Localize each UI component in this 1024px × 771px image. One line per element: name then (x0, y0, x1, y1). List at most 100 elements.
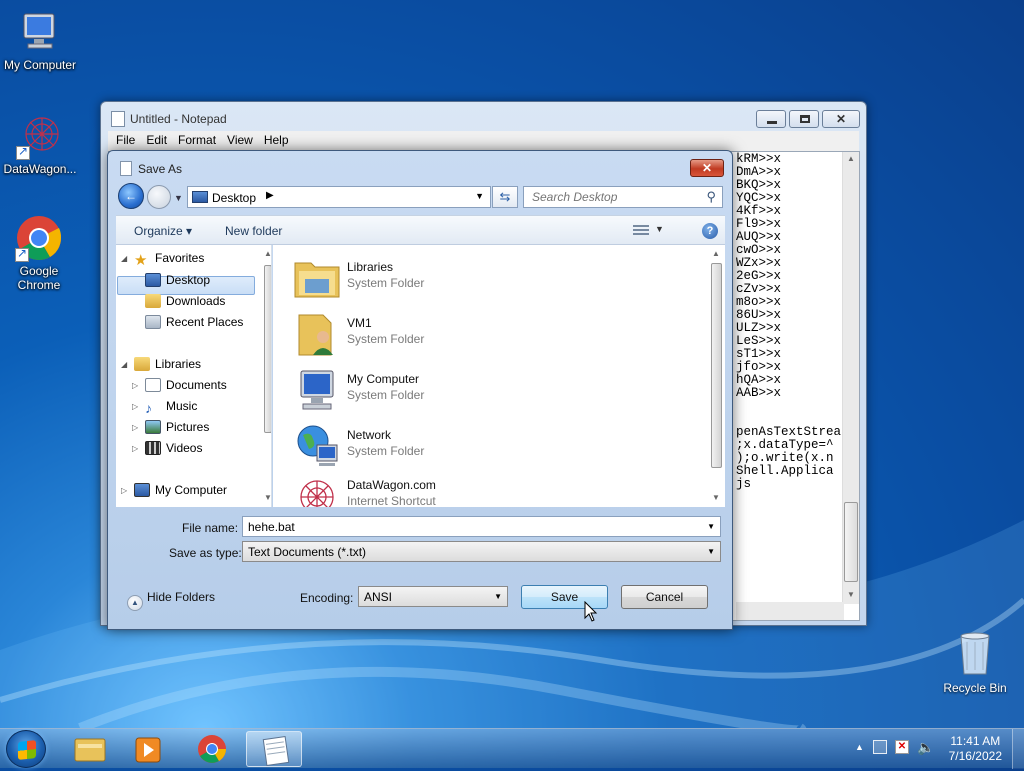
file-list[interactable]: Libraries System Folder VM1 System Folde… (273, 245, 725, 507)
tree-item-my-computer[interactable]: ▷ My Computer (121, 483, 227, 503)
refresh-button[interactable]: ⇆ (492, 186, 518, 208)
notepad-vertical-scrollbar[interactable]: ▲ ▼ (842, 152, 859, 604)
tree-item-favorites[interactable]: ◢ ★ Favorites (121, 251, 205, 271)
organize-button[interactable]: Organize ▾ (134, 224, 192, 238)
tree-item-documents[interactable]: ▷ Documents (132, 378, 227, 398)
file-item-libraries[interactable]: Libraries System Folder (293, 253, 673, 305)
change-view-icon[interactable] (633, 225, 649, 237)
collapsed-arrow-icon[interactable]: ▷ (121, 486, 127, 495)
collapsed-arrow-icon[interactable]: ▷ (132, 444, 138, 453)
file-item-network[interactable]: Network System Folder (293, 421, 673, 473)
chevron-down-icon[interactable]: ▼ (707, 522, 715, 531)
chevron-right-icon[interactable]: ▶ (266, 190, 274, 201)
cancel-button[interactable]: Cancel (621, 585, 708, 609)
navigation-scrollbar[interactable]: ▲ ▼ (264, 245, 271, 507)
tree-item-music[interactable]: ▷ ♪ Music (132, 399, 198, 419)
maximize-button[interactable] (789, 110, 819, 128)
scroll-up-icon[interactable]: ▲ (712, 249, 720, 258)
back-arrow-icon[interactable]: ← (118, 183, 144, 209)
music-icon: ♪ (145, 400, 152, 416)
save-as-type-select[interactable]: Text Documents (*.txt) ▼ (242, 541, 721, 562)
scrollbar-thumb[interactable] (844, 502, 858, 582)
desktop-icon-datawagon[interactable]: DataWagon... (0, 112, 80, 176)
tree-label: Music (166, 399, 198, 413)
chevron-up-icon: ▲ (127, 595, 143, 611)
save-as-dialog[interactable]: Save As ✕ ← ▼ Desktop ▶ ▼ ⇆ ⚲ Organize ▾… (107, 150, 733, 630)
forward-arrow-icon[interactable] (147, 185, 171, 209)
desktop-icon-google-chrome[interactable]: Google Chrome (0, 214, 78, 292)
minimize-button[interactable] (756, 110, 786, 128)
tree-item-downloads[interactable]: Downloads (145, 294, 225, 314)
taskbar-chrome[interactable] (184, 731, 240, 767)
tree-item-recent-places[interactable]: Recent Places (145, 315, 243, 335)
file-name-field[interactable]: hehe.bat ▼ (242, 516, 721, 537)
desktop-folder-icon (145, 273, 161, 287)
collapsed-arrow-icon[interactable]: ▷ (132, 423, 138, 432)
menu-file[interactable]: File (116, 131, 142, 151)
search-box[interactable]: ⚲ (523, 186, 723, 208)
file-item-my-computer[interactable]: My Computer System Folder (293, 365, 673, 417)
close-button[interactable]: ✕ (690, 159, 724, 177)
file-item-vm1[interactable]: VM1 System Folder (293, 309, 673, 361)
star-icon: ★ (134, 252, 148, 269)
collapsed-arrow-icon[interactable]: ▷ (132, 381, 138, 390)
tree-item-pictures[interactable]: ▷ Pictures (132, 420, 209, 440)
tree-item-libraries[interactable]: ◢ Libraries (121, 357, 201, 377)
show-hidden-icons[interactable]: ▲ (855, 742, 864, 752)
tree-item-videos[interactable]: ▷ Videos (132, 441, 202, 461)
menu-help[interactable]: Help (264, 131, 296, 151)
chevron-down-icon[interactable]: ▼ (707, 547, 715, 556)
taskbar-notepad[interactable] (246, 731, 302, 767)
desktop-icon-my-computer[interactable]: My Computer (0, 8, 80, 72)
action-center-icon[interactable]: ✕ (895, 740, 909, 754)
search-input[interactable] (530, 188, 700, 206)
address-text[interactable]: Desktop (212, 191, 256, 205)
expanded-arrow-icon[interactable]: ◢ (121, 360, 127, 369)
notepad-horizontal-scrollbar[interactable] (736, 602, 844, 620)
file-item-datawagon[interactable]: DataWagon.com Internet Shortcut (293, 471, 673, 507)
hide-folders-button[interactable]: ▲ Hide Folders (127, 590, 215, 611)
file-type: System Folder (347, 332, 425, 346)
navigation-pane[interactable]: ◢ ★ Favorites Desktop Downloads Recent Pla… (116, 245, 272, 507)
encoding-select[interactable]: ANSI ▼ (358, 586, 508, 607)
new-folder-button[interactable]: New folder (225, 224, 282, 238)
tree-label: Downloads (166, 294, 226, 308)
scroll-down-icon[interactable]: ▼ (847, 590, 855, 599)
help-icon[interactable]: ? (702, 223, 718, 239)
tree-item-desktop[interactable]: Desktop (145, 273, 210, 293)
taskbar-media-player[interactable] (120, 731, 176, 767)
recycle-bin-icon (960, 632, 990, 675)
recent-locations-dropdown-icon[interactable]: ▼ (174, 193, 183, 203)
file-name: My Computer (347, 372, 420, 386)
clock[interactable]: 11:41 AM 7/16/2022 (949, 734, 1002, 764)
menu-edit[interactable]: Edit (146, 131, 174, 151)
expanded-arrow-icon[interactable]: ◢ (121, 254, 127, 263)
volume-icon[interactable]: 🔈 (917, 739, 934, 756)
chevron-down-icon[interactable]: ▼ (475, 191, 484, 201)
file-list-scrollbar[interactable]: ▲ ▼ (708, 245, 725, 507)
scroll-down-icon[interactable]: ▼ (712, 493, 720, 502)
scrollbar-thumb[interactable] (711, 263, 722, 468)
notepad-icon (262, 736, 290, 766)
menu-view[interactable]: View (227, 131, 260, 151)
search-icon[interactable]: ⚲ (706, 189, 716, 205)
scrollbar-thumb[interactable] (264, 265, 271, 433)
start-button[interactable] (6, 730, 46, 768)
scroll-up-icon[interactable]: ▲ (847, 154, 855, 163)
menu-format[interactable]: Format (178, 131, 223, 151)
clock-time: 11:41 AM (950, 734, 1001, 748)
collapsed-arrow-icon[interactable]: ▷ (132, 402, 138, 411)
scroll-up-icon[interactable]: ▲ (264, 249, 271, 258)
file-name-value[interactable]: hehe.bat (248, 520, 295, 534)
chevron-down-icon[interactable]: ▼ (494, 592, 502, 601)
address-bar[interactable]: Desktop ▶ ▼ (187, 186, 491, 208)
chevron-down-icon[interactable]: ▼ (655, 224, 664, 234)
shortcut-arrow-icon (16, 144, 30, 160)
taskbar-explorer[interactable] (62, 731, 118, 767)
network-icon[interactable] (873, 740, 887, 754)
desktop-icon-recycle-bin[interactable]: Recycle Bin (940, 630, 1010, 695)
tree-label: Favorites (155, 251, 205, 265)
close-button[interactable]: ✕ (822, 110, 860, 128)
show-desktop-button[interactable] (1012, 729, 1024, 769)
scroll-down-icon[interactable]: ▼ (264, 493, 271, 502)
